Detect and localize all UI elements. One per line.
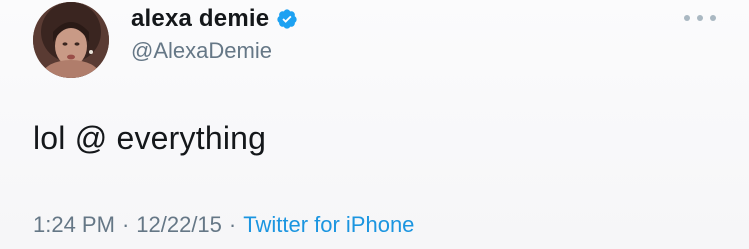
tweet-time[interactable]: 1:24 PM — [33, 212, 115, 237]
more-dot — [684, 15, 690, 21]
avatar[interactable] — [33, 2, 109, 78]
tweet-card: alexa demie @AlexaDemie lol @ everything… — [0, 0, 749, 249]
profile-photo — [33, 2, 109, 78]
meta-separator: · — [228, 212, 237, 237]
more-dot — [697, 15, 703, 21]
meta-separator: · — [121, 212, 130, 237]
tweet-text: lol @ everything — [33, 120, 267, 156]
verified-badge-icon — [276, 8, 298, 30]
more-dot — [710, 15, 716, 21]
tweet-source-link[interactable]: Twitter for iPhone — [243, 212, 414, 237]
tweet-date[interactable]: 12/22/15 — [136, 212, 222, 237]
more-options-icon[interactable] — [684, 11, 716, 25]
user-handle[interactable]: @AlexaDemie — [131, 38, 272, 64]
display-name[interactable]: alexa demie — [131, 5, 269, 33]
name-row: alexa demie — [131, 4, 298, 34]
tweet-meta: 1:24 PM · 12/22/15 · Twitter for iPhone — [33, 212, 414, 238]
